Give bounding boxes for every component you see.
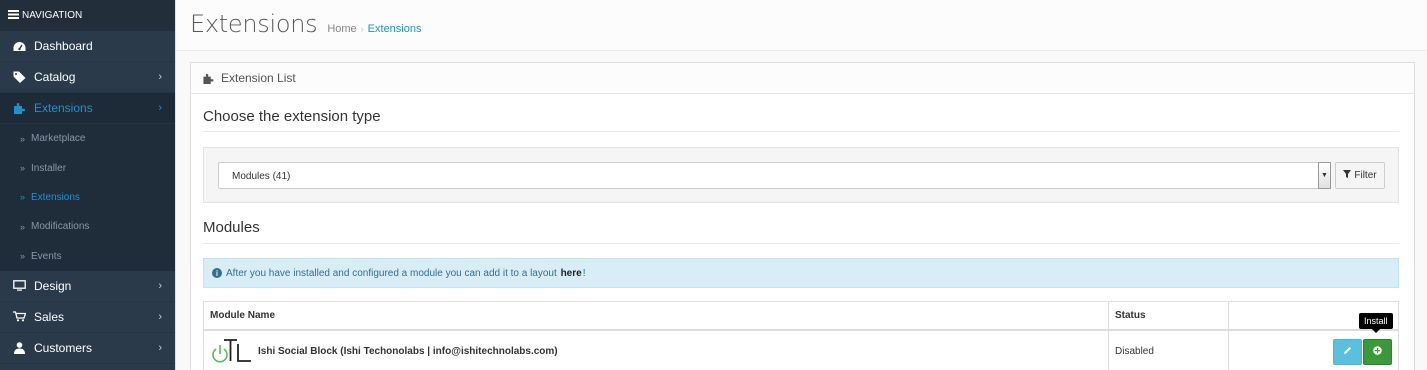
main-content: Extensions Home › Extensions Extension Lis… [175,0,1427,370]
table-row: Ishi Social Block (Ishi Techonolabs | in… [203,329,1399,370]
module-name: Ishi Social Block (Ishi Techonolabs | in… [258,346,558,358]
submenu-item-installer[interactable]: » Installer [0,153,175,182]
breadcrumb-extensions[interactable]: Extensions [368,23,422,35]
menu-item-extensions[interactable]: Extensions › [0,93,175,124]
select-value: Modules (41) [232,171,291,182]
menu-item-label: Customers [34,340,93,355]
page-title: Extensions [190,10,318,38]
divider [203,243,1399,244]
submenu-label: Extensions [31,191,80,203]
modules-table: Module Name Status Ishi Social Block (Is… [203,301,1399,370]
menu-item-dashboard[interactable]: Dashboard [0,31,175,62]
chevron-right-icon: › [158,102,162,114]
submenu-label: Events [31,250,62,262]
menu-item-label: Dashboard [34,39,93,53]
hamburger-icon [8,9,19,22]
page-header: Extensions Home › Extensions [176,0,1427,51]
dashboard-icon [12,41,26,52]
module-actions-cell [1228,329,1399,370]
sidebar: NAVIGATION Dashboard Catalog › Extension… [0,0,175,370]
alert-text-end: ! [582,267,586,279]
modules-title: Modules [203,219,260,236]
menu-item-customers[interactable]: Customers › [0,333,175,364]
menu-item-label: Sales [34,309,65,324]
chevron-right-icon: › [158,279,162,292]
extensions-submenu: » Marketplace » Installer » Extensions » Mod… [0,124,175,271]
menu-item-design[interactable]: Design › [0,271,175,302]
breadcrumb: Home › Extensions [327,23,421,35]
puzzle-icon [202,73,214,84]
panel-heading: Extension List [191,63,1414,94]
menu-item-label: Design [34,278,72,293]
double-chevron-icon: » [20,192,26,203]
info-circle-icon: i [212,268,222,278]
edit-button[interactable] [1333,338,1362,365]
navigation-header: NAVIGATION [22,10,83,21]
extension-list-panel: Extension List Choose the extension type… [190,62,1415,370]
double-chevron-icon: » [20,163,26,174]
module-status: Disabled [1108,329,1229,370]
column-header-module-name: Module Name [203,301,1109,331]
chevron-right-icon: › [158,310,162,323]
chevron-right-icon: › [158,71,162,83]
install-button[interactable] [1363,338,1392,365]
filter-well: Modules (41) ▼ Filter [203,147,1399,203]
submenu-item-events[interactable]: » Events [0,242,175,271]
pencil-icon [1343,346,1352,358]
module-name-cell: Ishi Social Block (Ishi Techonolabs | in… [203,329,1109,370]
submenu-label: Modifications [31,221,90,233]
breadcrumb-separator: › [360,24,364,34]
table-header-row: Module Name Status [203,301,1399,331]
menu-item-sales[interactable]: Sales › [0,302,175,333]
column-header-status: Status [1108,301,1229,331]
user-icon [12,342,26,354]
submenu-item-marketplace[interactable]: » Marketplace [0,124,175,153]
submenu-label: Marketplace [31,133,86,145]
ishi-logo [210,336,254,367]
choose-type-title: Choose the extension type [203,108,381,125]
funnel-icon [1343,170,1352,181]
menu-item-label: Catalog [34,70,76,84]
chevron-right-icon: › [158,341,162,354]
plus-circle-icon [1373,345,1382,358]
cart-icon [12,311,26,322]
double-chevron-icon: » [20,221,26,232]
menu-item-catalog[interactable]: Catalog › [0,62,175,93]
alert-text: After you have installed and configured … [226,267,557,279]
filter-button-label: Filter [1354,170,1377,181]
submenu-label: Installer [31,162,67,174]
alert-link-here[interactable]: here [561,268,582,279]
dropdown-arrow-icon[interactable]: ▼ [1318,162,1331,189]
double-chevron-icon: » [20,251,26,262]
monitor-icon [12,280,26,292]
divider [203,131,1399,132]
install-tooltip: Install [1359,313,1393,333]
panel-heading-title: Extension List [221,71,296,85]
breadcrumb-home[interactable]: Home [327,23,356,35]
submenu-item-extensions[interactable]: » Extensions [0,183,175,212]
submenu-item-modifications[interactable]: » Modifications [0,212,175,241]
tag-icon [12,71,26,83]
navigation-toggle[interactable]: NAVIGATION [0,0,175,31]
info-alert: i After you have installed and configure… [203,258,1399,288]
filter-button[interactable]: Filter [1335,162,1385,189]
extension-type-select[interactable]: Modules (41) ▼ [218,162,1331,189]
double-chevron-icon: » [20,133,26,144]
menu-item-label: Extensions [34,101,93,115]
puzzle-icon [12,102,26,114]
